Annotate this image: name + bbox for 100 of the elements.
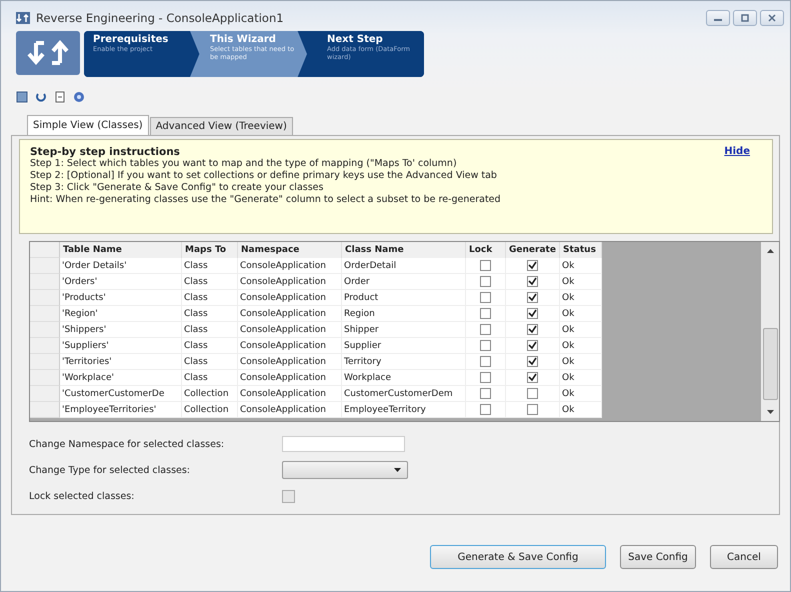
dropdown-caret-icon <box>394 468 401 472</box>
dialog-button[interactable]: Generate & Save Config <box>430 545 606 569</box>
table-cell: Class <box>184 308 208 318</box>
refresh-icon[interactable] <box>35 91 47 103</box>
scroll-up-icon[interactable] <box>766 248 774 253</box>
column-header[interactable]: Class Name <box>342 242 466 258</box>
checkbox[interactable] <box>527 292 538 303</box>
checkbox[interactable] <box>527 404 538 415</box>
table-cell: ConsoleApplication <box>240 340 326 350</box>
table-cell: 'Region' <box>62 308 98 318</box>
table-cell: Ok <box>562 260 574 270</box>
table-cell: 'Orders' <box>62 276 98 286</box>
tab[interactable]: Advanced View (Treeview) <box>150 117 293 135</box>
dialog-button[interactable]: Save Config <box>620 545 696 569</box>
type-dropdown[interactable] <box>282 461 408 479</box>
checkbox[interactable] <box>527 308 538 319</box>
table-cell: ConsoleApplication <box>240 276 326 286</box>
table-cell: 'Order Details' <box>62 260 127 270</box>
scrollbar[interactable] <box>761 242 779 421</box>
checkbox[interactable] <box>480 260 491 271</box>
table-cell: Class <box>184 276 208 286</box>
instructions-heading: Step-by step instructions <box>30 146 181 158</box>
table-cell: Ok <box>562 404 574 414</box>
help-icon[interactable] <box>73 91 85 103</box>
column-header[interactable]: Generate <box>506 242 560 258</box>
table-cell: Ok <box>562 388 574 398</box>
table-cell: Supplier <box>344 340 382 350</box>
table-cell: 'CustomerCustomerDe <box>62 388 164 398</box>
maximize-icon <box>740 14 750 22</box>
column-header[interactable]: Status <box>560 242 602 258</box>
table-cell: OrderDetail <box>344 260 396 270</box>
table-cell: Ok <box>562 356 574 366</box>
table-cell: 'Suppliers' <box>62 340 109 350</box>
close-button[interactable] <box>760 10 784 26</box>
arrows-icon <box>16 12 30 24</box>
table-cell: Class <box>184 260 208 270</box>
column-header[interactable]: Namespace <box>238 242 342 258</box>
checkbox[interactable] <box>527 356 538 367</box>
table-cell: 'Territories' <box>62 356 112 366</box>
hide-link[interactable]: Hide <box>724 146 750 227</box>
dialog-button[interactable]: Cancel <box>710 545 778 569</box>
table-cell: 'Workplace' <box>62 372 114 382</box>
instruction-line: Step 3: Click "Generate & Save Config" to create your classes <box>30 182 324 194</box>
instruction-line: Step 2: [Optional] If you want to set collections or define primary keys use the Advanced View tab <box>30 170 498 182</box>
column-header[interactable]: Table Name <box>60 242 182 258</box>
step-title: This Wizard <box>210 34 277 45</box>
table-cell: Order <box>344 276 370 286</box>
checkbox[interactable] <box>480 276 491 287</box>
type-label: Change Type for selected classes: <box>29 464 192 476</box>
checkbox[interactable] <box>527 276 538 287</box>
checkbox[interactable] <box>527 388 538 399</box>
checkbox[interactable] <box>480 372 491 383</box>
checkbox[interactable] <box>527 372 538 383</box>
column-header[interactable]: Maps To <box>182 242 238 258</box>
tab[interactable]: Simple View (Classes) <box>27 115 149 135</box>
table-cell: ConsoleApplication <box>240 324 326 334</box>
maximize-button[interactable] <box>733 10 757 26</box>
instruction-line: Step 1: Select which tables you want to map and the type of mapping ("Maps To' column) <box>30 158 458 170</box>
checkbox[interactable] <box>480 356 491 367</box>
checkbox[interactable] <box>480 404 491 415</box>
table-cell: 'Products' <box>62 292 106 302</box>
table-cell: CustomerCustomerDem <box>344 388 453 398</box>
table-cell: Ok <box>562 324 574 334</box>
table-cell: ConsoleApplication <box>240 404 326 414</box>
checkbox[interactable] <box>480 340 491 351</box>
table-cell: Class <box>184 356 208 366</box>
lock-label: Lock selected classes: <box>29 490 136 502</box>
checkbox[interactable] <box>480 388 491 399</box>
table-cell: Ok <box>562 308 574 318</box>
table-cell: ConsoleApplication <box>240 372 326 382</box>
row-header <box>30 242 60 258</box>
table-cell: Shipper <box>344 324 379 334</box>
checkbox[interactable] <box>527 260 538 271</box>
table-cell: ConsoleApplication <box>240 308 326 318</box>
table-cell: Ok <box>562 292 574 302</box>
lock-checkbox[interactable] <box>282 490 295 502</box>
namespace-input[interactable] <box>282 436 405 452</box>
checkbox[interactable] <box>480 308 491 319</box>
instruction-line: Hint: When re-generating classes use the "Generate" column to select a subset to be re-generated <box>30 194 501 206</box>
grid-icon[interactable] <box>16 91 28 103</box>
checkbox[interactable] <box>527 340 538 351</box>
minimize-button[interactable] <box>706 10 730 26</box>
checkbox[interactable] <box>480 324 491 335</box>
table-cell: Ok <box>562 372 574 382</box>
scrollbar-thumb[interactable] <box>762 328 778 400</box>
table-cell: EmployeeTerritory <box>344 404 426 414</box>
table-cell: Workplace <box>344 372 392 382</box>
table-cell: ConsoleApplication <box>240 388 326 398</box>
table-cell: Ok <box>562 276 574 286</box>
table-cell: Collection <box>184 388 229 398</box>
table-cell: ConsoleApplication <box>240 260 326 270</box>
table-cell: ConsoleApplication <box>240 356 326 366</box>
arrows-logo-icon <box>16 31 80 75</box>
document-icon[interactable] <box>54 91 66 103</box>
checkbox[interactable] <box>527 324 538 335</box>
step-title: Next Step <box>327 34 384 45</box>
checkbox[interactable] <box>480 292 491 303</box>
column-header[interactable]: Lock <box>466 242 506 258</box>
scroll-down-icon[interactable] <box>766 410 774 415</box>
table-cell: 'EmployeeTerritories' <box>62 404 156 414</box>
